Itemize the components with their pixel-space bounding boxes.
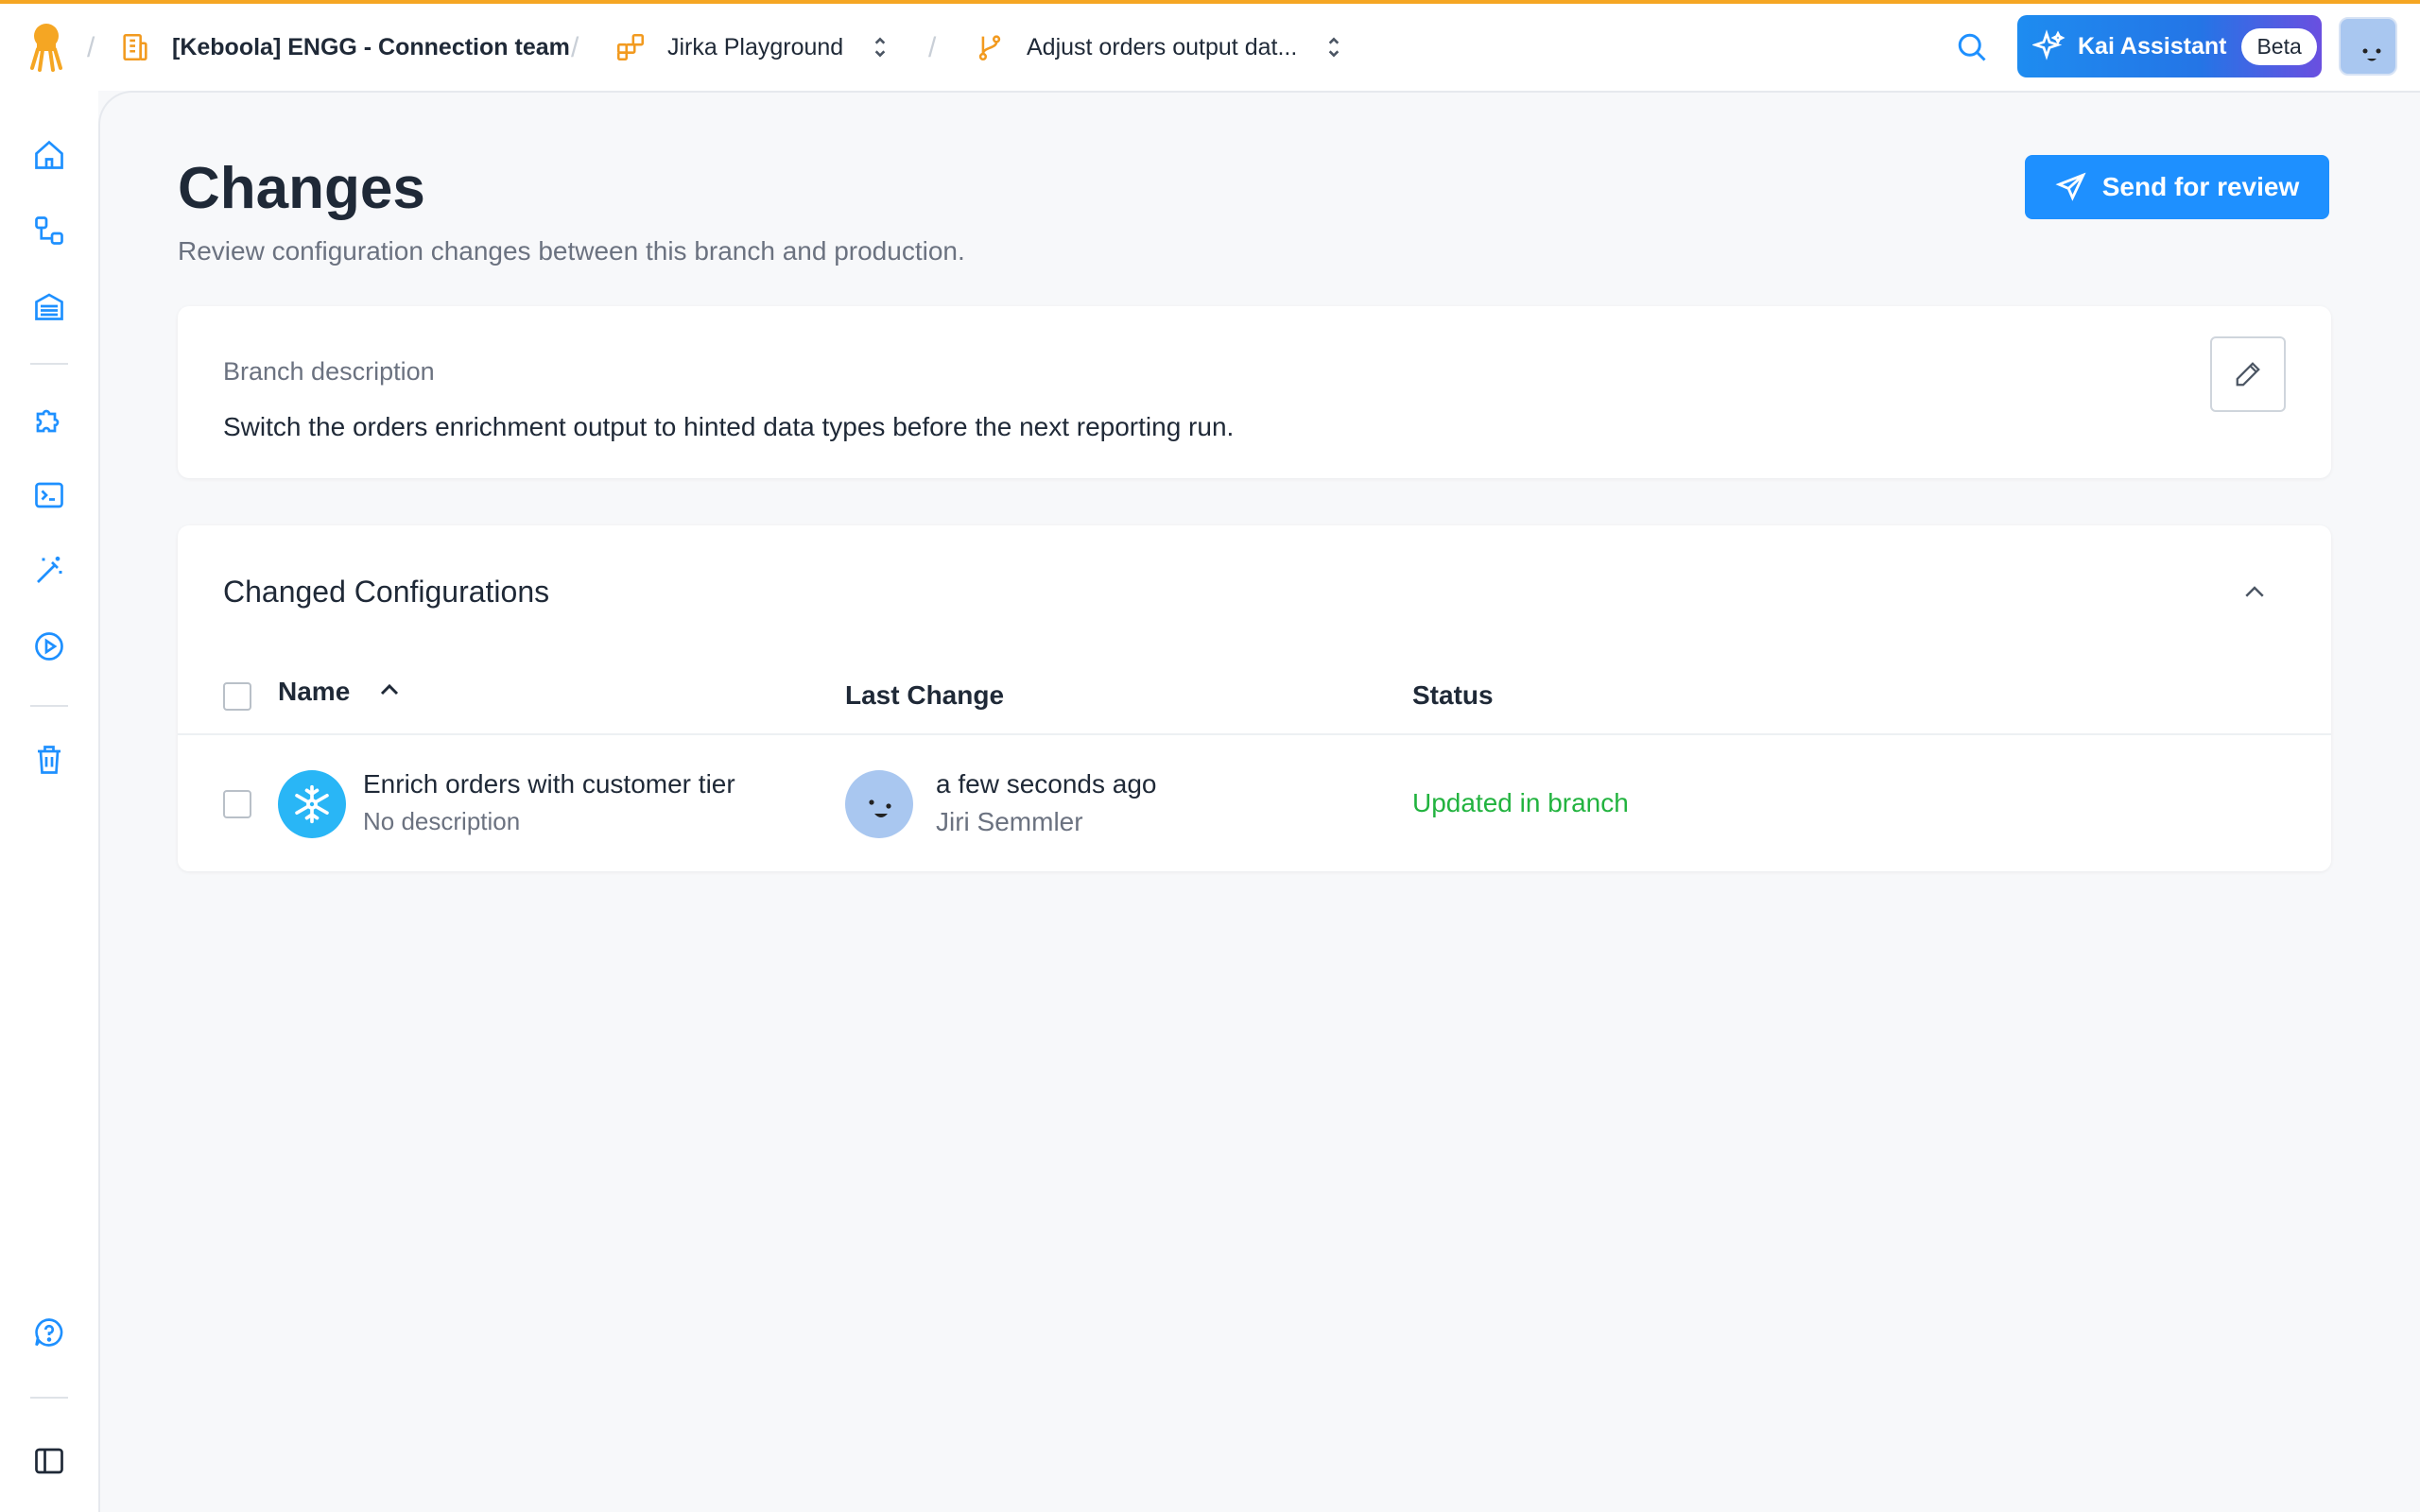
components-puzzle-icon[interactable]: [32, 403, 66, 437]
user-avatar[interactable]: [2339, 17, 2397, 76]
send-for-review-label: Send for review: [2101, 172, 2300, 201]
send-icon: [2055, 172, 2086, 201]
column-header-status: Status: [1412, 680, 1494, 710]
changed-configurations-card: Changed Configurations Name Last Change …: [178, 525, 2331, 871]
magic-wand-icon[interactable]: [32, 554, 66, 588]
building-icon: [123, 33, 147, 61]
snowflake-icon: [278, 770, 346, 838]
storage-icon[interactable]: [32, 289, 66, 323]
breadcrumb-project[interactable]: Jirka Playground: [614, 25, 889, 70]
breadcrumb-branch[interactable]: Adjust orders output dat...: [974, 25, 1342, 70]
sparkles-icon: [2032, 29, 2066, 60]
column-header-last-change: Last Change: [845, 680, 1005, 710]
chevron-up-down-icon: [1329, 37, 1340, 58]
breadcrumb-separator: /: [928, 32, 937, 63]
pencil-icon: [2236, 362, 2260, 387]
sort-ascending-icon[interactable]: [374, 675, 405, 705]
row-checkbox[interactable]: [223, 790, 251, 818]
avatar-face-icon: [869, 799, 891, 817]
sidebar-toggle-icon[interactable]: [32, 1444, 66, 1478]
app-root: / [Keboola] ENGG - Connection team / Jir…: [0, 0, 2420, 1512]
sidebar-divider: [30, 363, 68, 365]
project-blocks-icon: [616, 33, 645, 61]
avatar: [845, 770, 913, 838]
changed-configurations-title: Changed Configurations: [223, 575, 550, 609]
table-header: Name Last Change Status: [178, 658, 2331, 735]
search-icon[interactable]: [1955, 30, 1989, 64]
branch-description-text: Switch the orders enrichment output to h…: [223, 412, 1235, 441]
kai-assistant-button[interactable]: Kai Assistant Beta: [2017, 15, 2322, 77]
chevron-up-down-icon: [874, 37, 886, 58]
breadcrumb-separator: /: [87, 32, 95, 63]
status-badge: Updated in branch: [1412, 788, 1629, 817]
breadcrumb-organization[interactable]: [Keboola] ENGG - Connection team: [119, 25, 570, 70]
keboola-logo-icon[interactable]: [25, 21, 68, 72]
project-name: Jirka Playground: [667, 33, 844, 60]
table-row[interactable]: Enrich orders with customer tier No desc…: [178, 737, 2331, 871]
avatar-face-icon: [2362, 48, 2381, 61]
select-all-checkbox[interactable]: [223, 682, 251, 711]
flows-icon[interactable]: [32, 214, 66, 248]
send-for-review-button[interactable]: Send for review: [2025, 155, 2329, 219]
organization-name: [Keboola] ENGG - Connection team: [172, 33, 570, 60]
sidebar: [0, 91, 98, 1512]
git-branch-icon: [978, 35, 1001, 61]
page-subtitle: Review configuration changes between thi…: [178, 236, 965, 266]
branch-description-label: Branch description: [223, 357, 435, 386]
terminal-icon[interactable]: [32, 478, 66, 512]
chevron-up-icon[interactable]: [2240, 578, 2269, 607]
sidebar-divider: [30, 1397, 68, 1399]
play-circle-icon[interactable]: [32, 629, 66, 663]
beta-badge: Beta: [2241, 27, 2317, 65]
branch-name: Adjust orders output dat...: [1027, 33, 1298, 60]
trash-icon[interactable]: [32, 743, 66, 777]
breadcrumb-separator: /: [571, 32, 579, 63]
main-content: Changes Review configuration changes bet…: [98, 91, 2420, 1512]
help-icon[interactable]: [32, 1315, 66, 1349]
column-header-name[interactable]: Name: [278, 677, 350, 707]
home-icon[interactable]: [32, 138, 66, 172]
last-change-user: Jiri Semmler: [936, 807, 1083, 836]
configuration-description: No description: [363, 807, 521, 835]
kai-assistant-label: Kai Assistant: [2078, 32, 2227, 60]
configuration-name[interactable]: Enrich orders with customer tier: [363, 769, 735, 799]
branch-description-card: Branch description Switch the orders enr…: [178, 306, 2331, 478]
page-title: Changes: [178, 156, 425, 221]
last-change-time: a few seconds ago: [936, 769, 1157, 799]
top-bar: / [Keboola] ENGG - Connection team / Jir…: [0, 4, 2420, 91]
sidebar-divider: [30, 705, 68, 707]
edit-description-button[interactable]: [2210, 336, 2286, 412]
